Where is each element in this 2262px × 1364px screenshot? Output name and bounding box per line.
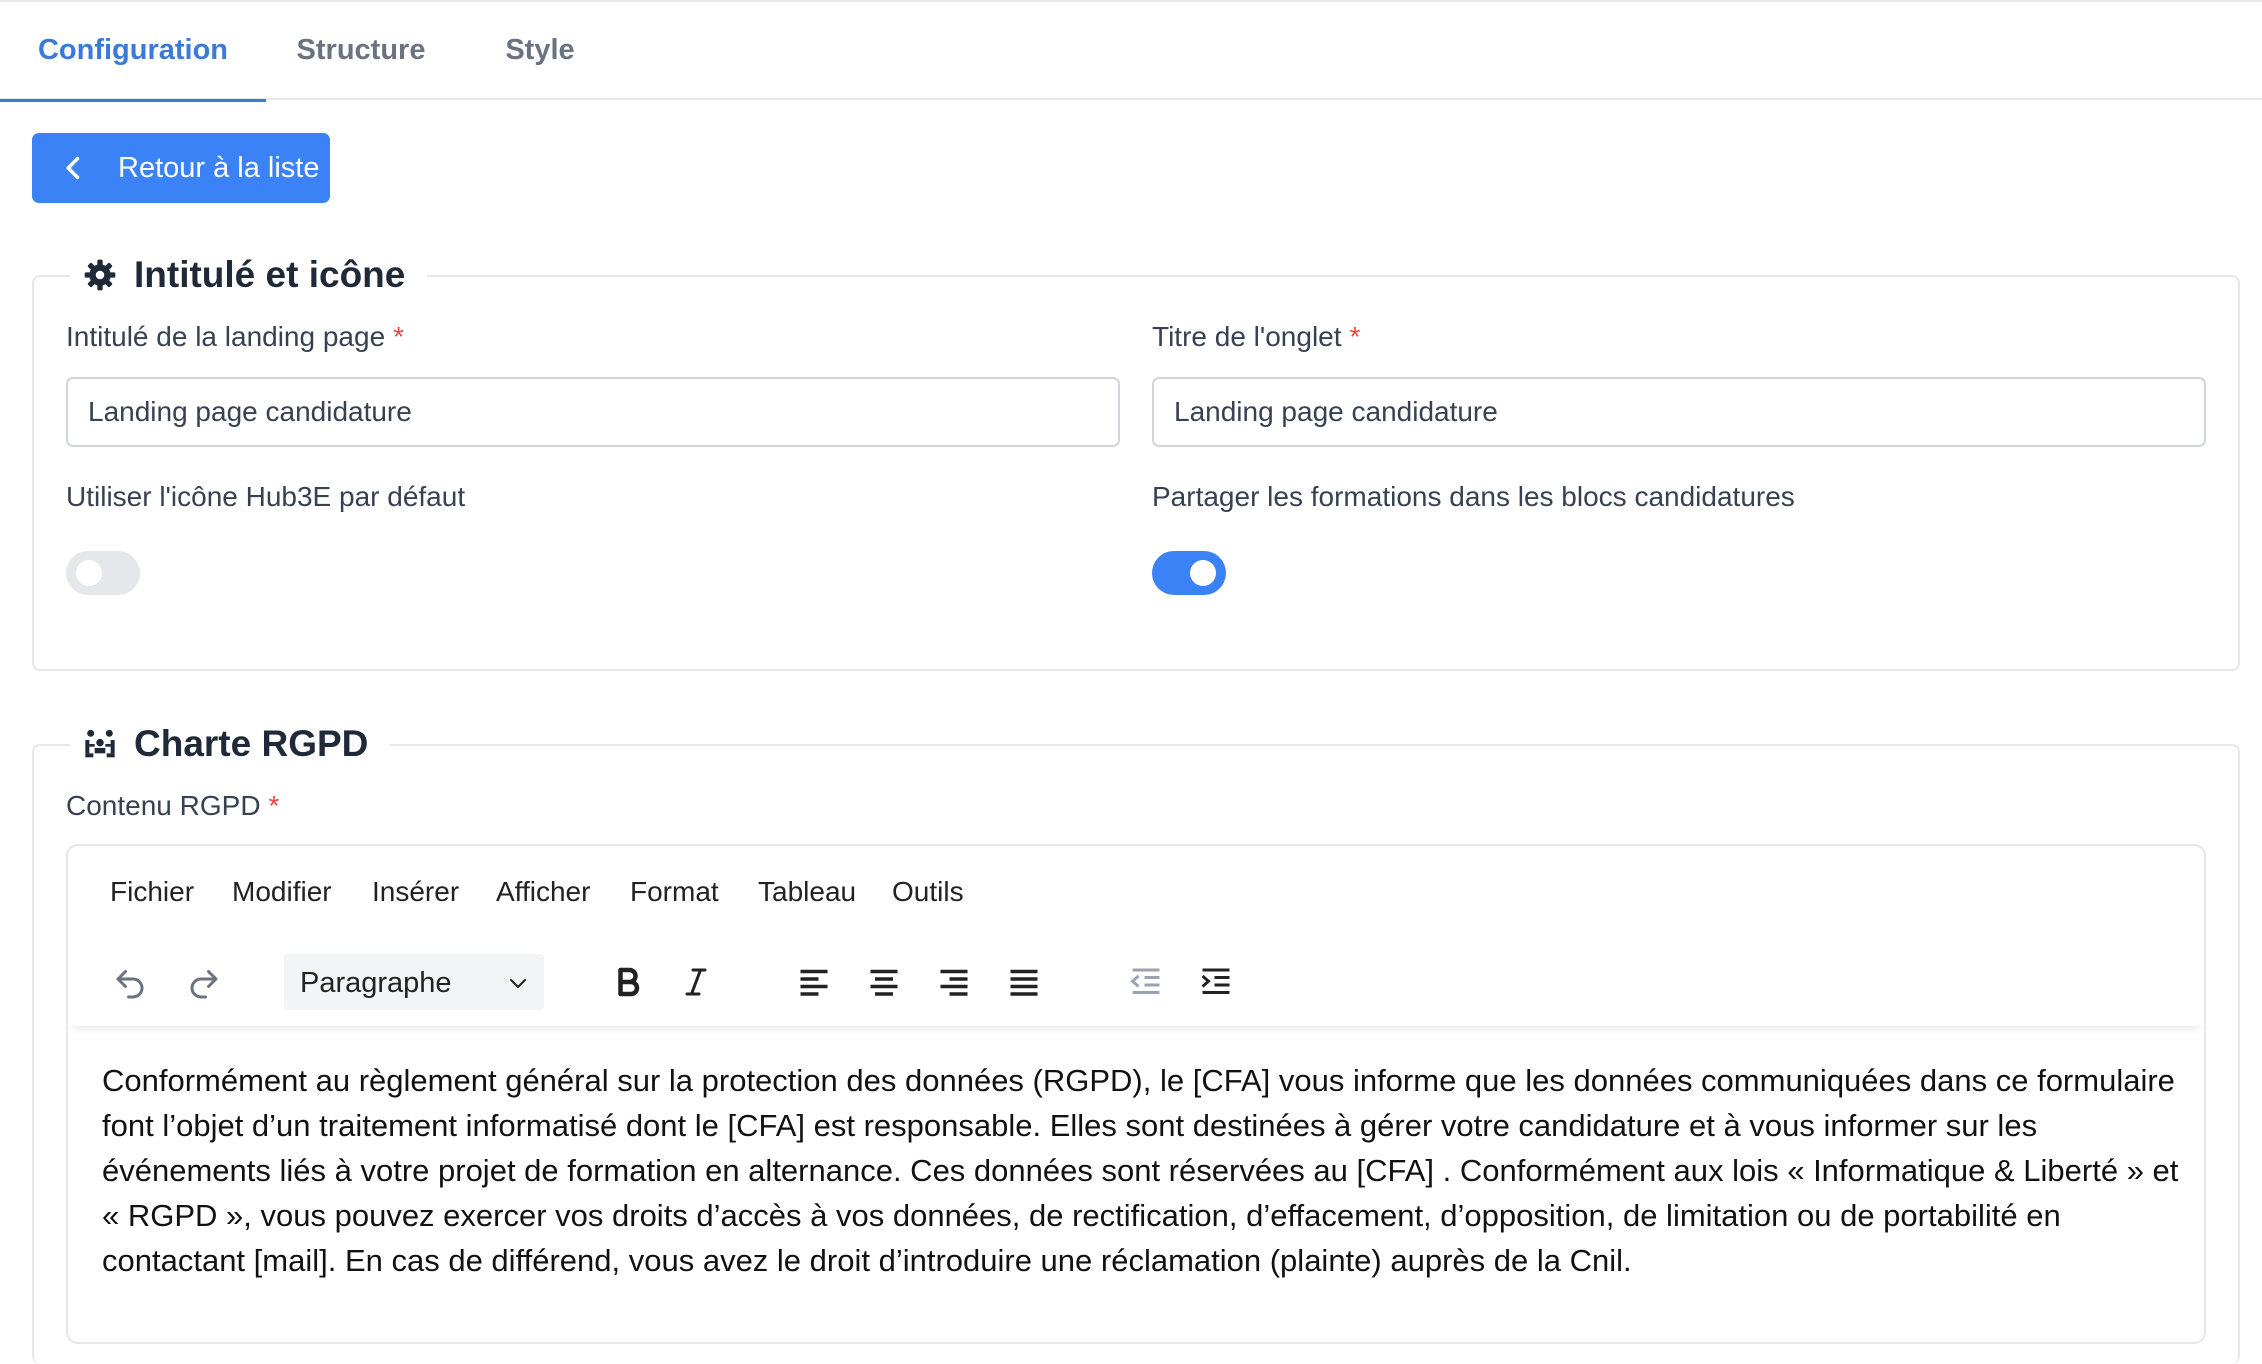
align-justify-button[interactable] <box>1000 958 1048 1006</box>
rgpd-content-label: Contenu RGPD * <box>66 790 280 821</box>
default-icon-label: Utiliser l'icône Hub3E par défaut <box>66 481 466 512</box>
users-icon <box>85 729 115 758</box>
block-format-select[interactable]: Paragraphe <box>284 954 544 1010</box>
menu-format[interactable]: Format <box>630 876 719 908</box>
landing-name-input[interactable]: Landing page candidature <box>66 377 1120 447</box>
redo-icon <box>190 970 218 999</box>
outdent-icon <box>1130 968 1160 994</box>
align-left-button[interactable] <box>790 958 838 1006</box>
tab-title-label: Titre de l'onglet * <box>1152 321 1361 352</box>
tab-configuration[interactable]: Configuration <box>0 2 266 102</box>
toggle-knob <box>1190 560 1216 586</box>
gear-icon <box>84 259 116 291</box>
section-legend: Intitulé et icône <box>70 243 428 307</box>
landing-name-label: Intitulé de la landing page * <box>66 321 405 352</box>
align-right-icon <box>940 969 968 996</box>
required-mark: * <box>1349 321 1361 352</box>
tab-structure[interactable]: Structure <box>282 2 440 100</box>
undo-icon <box>116 970 144 999</box>
menu-file[interactable]: Fichier <box>110 876 194 908</box>
tab-bar: Configuration Structure Style <box>0 0 2262 102</box>
menu-edit[interactable]: Modifier <box>232 876 332 908</box>
menu-tools[interactable]: Outils <box>892 876 964 908</box>
undo-button[interactable] <box>106 958 154 1006</box>
redo-button[interactable] <box>180 958 228 1006</box>
back-button-label: Retour à la liste <box>118 151 320 184</box>
chevron-left-icon <box>66 156 80 180</box>
share-trainings-label: Partager les formations dans les blocs c… <box>1152 481 1795 512</box>
italic-icon <box>685 968 707 996</box>
tab-style[interactable]: Style <box>490 2 590 100</box>
editor-toolbar: Paragraphe <box>68 926 2204 1026</box>
italic-button[interactable] <box>672 958 720 1006</box>
align-right-button[interactable] <box>930 958 978 1006</box>
menu-insert[interactable]: Insérer <box>372 876 459 908</box>
tab-title-input[interactable]: Landing page candidature <box>1152 377 2206 447</box>
align-center-button[interactable] <box>860 958 908 1006</box>
required-mark: * <box>393 321 405 352</box>
outdent-button[interactable] <box>1122 958 1170 1006</box>
back-to-list-button[interactable]: Retour à la liste <box>32 133 330 203</box>
required-mark: * <box>268 790 280 821</box>
align-center-icon <box>870 969 898 996</box>
title-icon-section: Intitulé et icône Intitulé de la landing… <box>32 243 2240 671</box>
share-trainings-toggle[interactable] <box>1152 551 1226 595</box>
section-legend: Charte RGPD <box>70 712 391 776</box>
bold-icon <box>618 967 640 997</box>
default-icon-toggle[interactable] <box>66 551 140 595</box>
indent-icon <box>1201 968 1230 994</box>
chevron-down-icon <box>510 979 526 988</box>
block-format-value: Paragraphe <box>300 967 452 999</box>
align-left-icon <box>800 969 828 996</box>
indent-button[interactable] <box>1192 958 1240 1006</box>
toggle-knob <box>76 560 102 586</box>
section-title: Charte RGPD <box>134 723 369 764</box>
rgpd-rich-text-editor: Fichier Modifier Insérer Afficher Format… <box>66 844 2206 1344</box>
menu-table[interactable]: Tableau <box>758 876 856 908</box>
editor-content[interactable]: Conformément au règlement général sur la… <box>102 1058 2182 1283</box>
bold-button[interactable] <box>604 958 652 1006</box>
section-title: Intitulé et icône <box>134 254 406 295</box>
align-justify-icon <box>1010 969 1038 996</box>
menu-view[interactable]: Afficher <box>496 876 590 908</box>
editor-menubar: Fichier Modifier Insérer Afficher Format… <box>68 846 2204 926</box>
